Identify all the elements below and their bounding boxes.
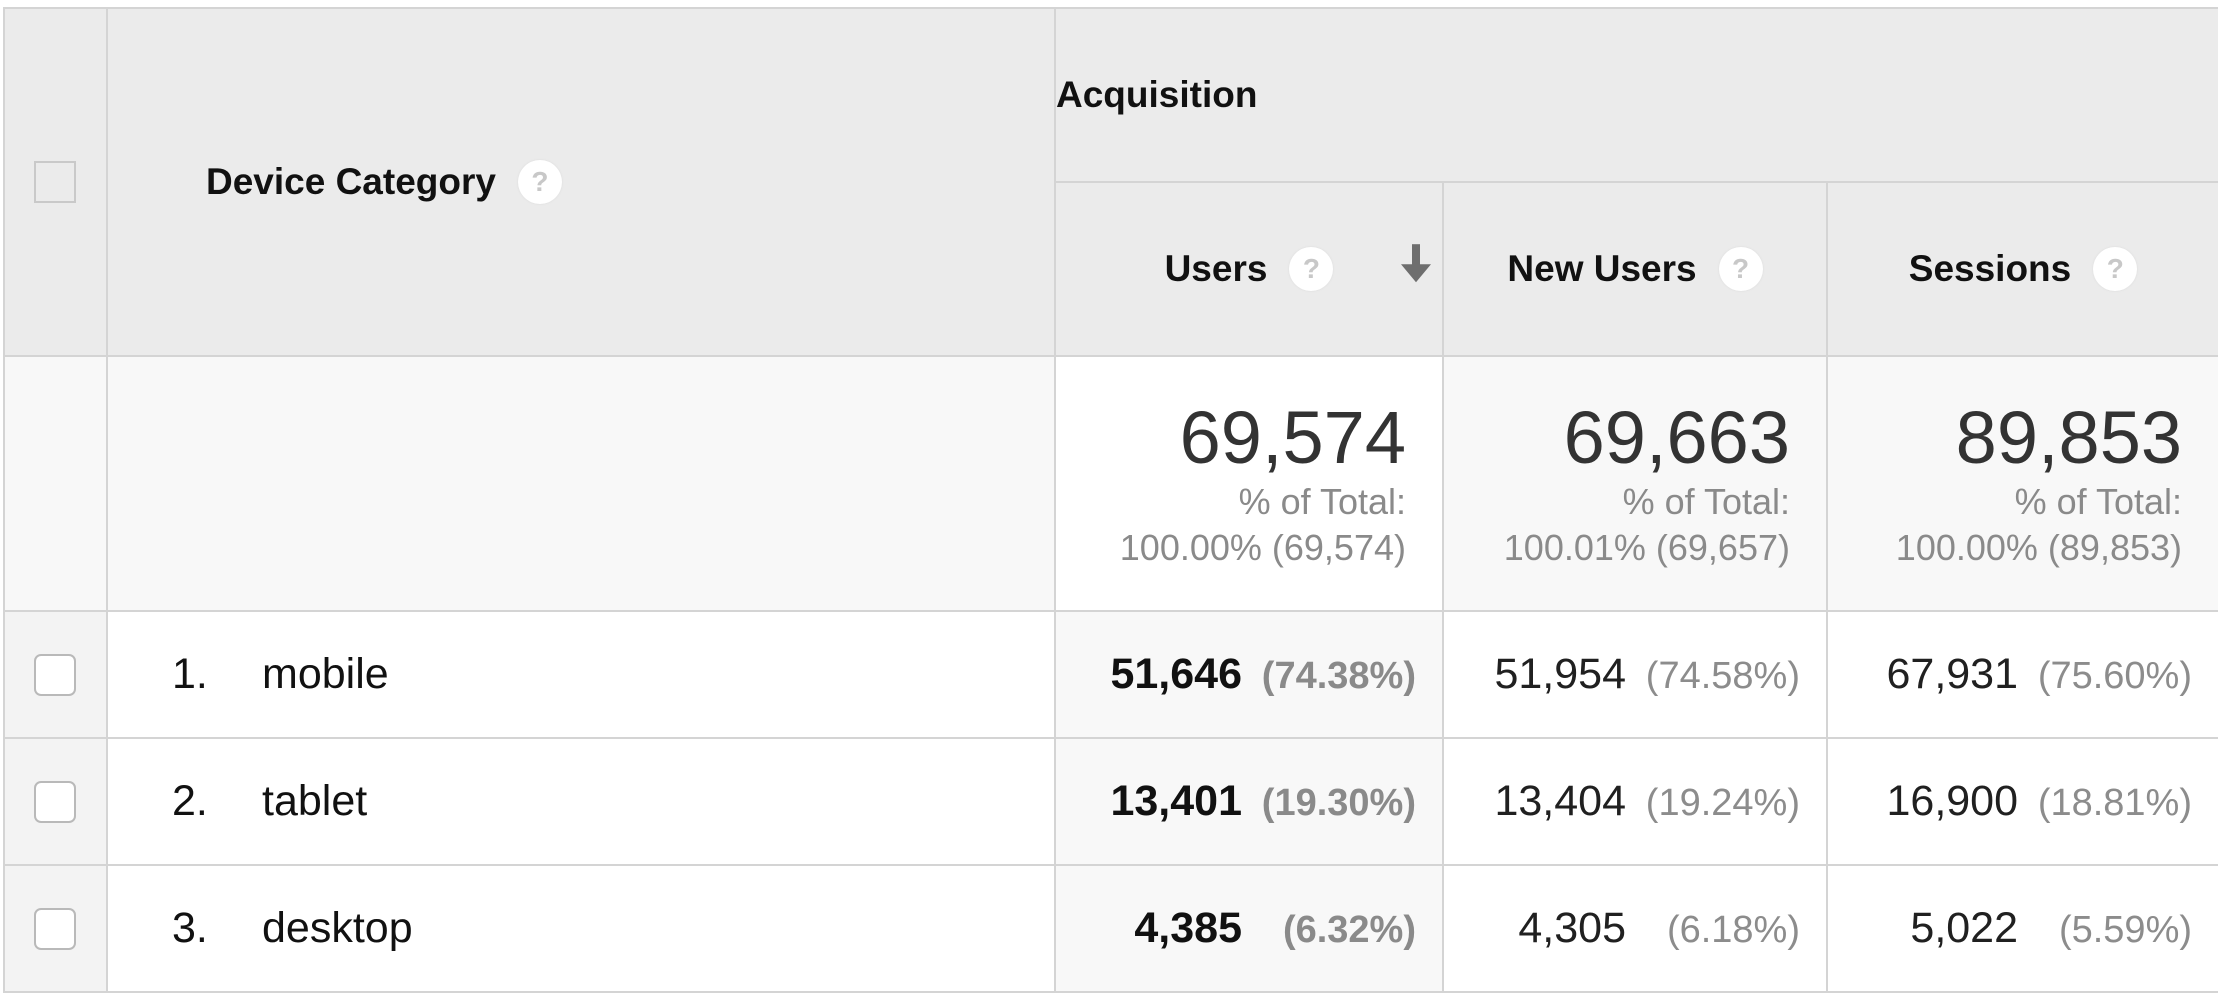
- new-users-cell: 13,404 (19.24%): [1442, 737, 1828, 866]
- sessions-column-header[interactable]: Sessions ?: [1825, 181, 2218, 357]
- new-users-value: 4,305: [1518, 904, 1626, 952]
- new-users-cell: 4,305 (6.18%): [1442, 864, 1828, 993]
- new-users-percent: (74.58%): [1645, 655, 1800, 697]
- dimension-header-label: Device Category: [206, 161, 496, 202]
- sessions-cell: 67,931 (75.60%): [1825, 610, 2218, 739]
- new-users-total-value: 69,663: [1563, 395, 1790, 479]
- users-cell: 13,401 (19.30%): [1054, 737, 1444, 866]
- users-total-label: % of Total:: [1238, 480, 1406, 522]
- device-name-link[interactable]: mobile: [262, 650, 389, 698]
- users-cell: 51,646 (74.38%): [1054, 610, 1444, 739]
- sessions-value: 5,022: [1910, 904, 2019, 952]
- select-all-checkbox[interactable]: [34, 161, 76, 203]
- sessions-total-label: % of Total:: [2014, 480, 2183, 522]
- new-users-value: 51,954: [1494, 650, 1626, 698]
- help-icon[interactable]: ?: [517, 160, 562, 204]
- new-users-total-detail: 100.01% (69,657): [1503, 526, 1790, 568]
- sessions-percent: (18.81%): [2037, 782, 2193, 824]
- table-row: 1. mobile 51,646 (74.38%) 51,954 (74.58%) 6…: [3, 610, 2218, 739]
- acquisition-group-header: Acquisition: [1053, 7, 2218, 183]
- select-all-cell: [3, 7, 108, 357]
- new-users-percent: (6.18%): [1666, 909, 1800, 951]
- sessions-cell: 5,022 (5.59%): [1825, 864, 2218, 993]
- totals-dimension-cell: [106, 355, 1056, 612]
- device-name-link[interactable]: desktop: [262, 904, 413, 952]
- users-header-label: Users: [1164, 248, 1268, 289]
- totals-row: 69,574 % of Total: 100.00% (69,574) 69,6…: [3, 355, 2218, 612]
- users-value: 4,385: [1134, 904, 1242, 952]
- users-percent: (19.30%): [1261, 782, 1416, 824]
- row-index: 2.: [172, 777, 208, 825]
- users-value: 51,646: [1110, 650, 1242, 698]
- table-row: 3. desktop 4,385 (6.32%) 4,305 (6.18%) 5,02…: [3, 864, 2218, 993]
- new-users-value: 13,404: [1494, 777, 1626, 825]
- table-row: 2. tablet 13,401 (19.30%) 13,404 (19.24%) 1…: [3, 737, 2218, 866]
- totals-check-cell: [3, 355, 108, 612]
- row-index: 1.: [172, 650, 208, 698]
- users-total-detail: 100.00% (69,574): [1119, 526, 1406, 568]
- users-column-header[interactable]: Users ?: [1054, 181, 1444, 357]
- row-check-cell: [3, 864, 108, 993]
- device-name-link[interactable]: tablet: [262, 777, 367, 825]
- row-check-cell: [3, 610, 108, 739]
- row-index: 3.: [172, 904, 208, 952]
- help-icon[interactable]: ?: [1718, 247, 1763, 291]
- row-checkbox[interactable]: [34, 780, 76, 823]
- sessions-percent: (5.59%): [2058, 909, 2193, 951]
- new-users-cell: 51,954 (74.58%): [1442, 610, 1828, 739]
- users-total-cell: 69,574 % of Total: 100.00% (69,574): [1054, 355, 1444, 612]
- device-cell: 3. desktop: [106, 864, 1056, 993]
- help-icon[interactable]: ?: [1289, 247, 1334, 291]
- new-users-column-header[interactable]: New Users ?: [1442, 181, 1828, 357]
- sessions-total-value: 89,853: [1955, 395, 2183, 479]
- sessions-percent: (75.60%): [2037, 655, 2193, 697]
- sessions-header-label: Sessions: [1908, 248, 2072, 289]
- users-percent: (6.32%): [1282, 909, 1416, 951]
- row-checkbox[interactable]: [34, 907, 76, 950]
- device-cell: 1. mobile: [106, 610, 1056, 739]
- sessions-cell: 16,900 (18.81%): [1825, 737, 2218, 866]
- sessions-total-detail: 100.00% (89,853): [1895, 526, 2183, 568]
- users-cell: 4,385 (6.32%): [1054, 864, 1444, 993]
- users-total-value: 69,574: [1179, 395, 1406, 479]
- new-users-header-label: New Users: [1507, 248, 1697, 289]
- row-checkbox[interactable]: [34, 653, 76, 696]
- report-table: Device Category ? Acquisition Users ? Ne…: [3, 7, 2218, 993]
- device-cell: 2. tablet: [106, 737, 1056, 866]
- sessions-total-cell: 89,853 % of Total: 100.00% (89,853): [1825, 355, 2218, 612]
- new-users-percent: (19.24%): [1645, 782, 1800, 824]
- new-users-total-label: % of Total:: [1622, 480, 1790, 522]
- new-users-total-cell: 69,663 % of Total: 100.01% (69,657): [1442, 355, 1828, 612]
- sessions-value: 67,931: [1886, 650, 2019, 698]
- dimension-header: Device Category ?: [106, 7, 1056, 357]
- users-percent: (74.38%): [1261, 655, 1416, 697]
- sessions-value: 16,900: [1886, 777, 2019, 825]
- users-value: 13,401: [1110, 777, 1242, 825]
- help-icon[interactable]: ?: [2093, 247, 2138, 291]
- row-check-cell: [3, 737, 108, 866]
- sort-descending-icon[interactable]: [1396, 240, 1436, 288]
